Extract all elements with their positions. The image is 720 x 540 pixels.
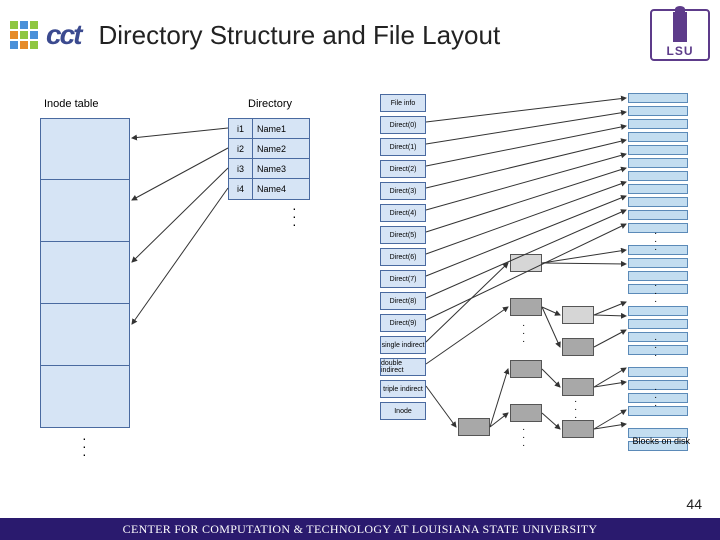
disk-block (628, 245, 688, 255)
inode-detail-cell: Direct(5) (380, 226, 426, 244)
disk-blocks-column (628, 90, 688, 451)
disk-block (628, 158, 688, 168)
indirect-block (510, 360, 542, 378)
table-row: i4Name4 (229, 179, 309, 199)
indirect-block (562, 338, 594, 356)
disk-block (628, 319, 688, 329)
lsu-logo-text: LSU (667, 44, 694, 58)
disk-block (628, 119, 688, 129)
disk-block (628, 132, 688, 142)
indirect-block (510, 254, 542, 272)
inode-cell (40, 242, 130, 304)
disk-block (628, 258, 688, 268)
inode-detail-cell: Inode (380, 402, 426, 420)
ellipsis-icon: ··· (522, 426, 525, 450)
inode-detail-cell: Direct(1) (380, 138, 426, 156)
disk-block (628, 306, 688, 316)
inode-cell (40, 180, 130, 242)
cct-logo-text: cct (46, 19, 80, 51)
dir-inode-cell: i4 (229, 179, 253, 199)
disk-block (628, 345, 688, 355)
disk-block (628, 332, 688, 342)
inode-table (40, 118, 130, 428)
inode-detail-cell: Direct(7) (380, 270, 426, 288)
inode-detail-cell: single indirect (380, 336, 426, 354)
disk-block (628, 171, 688, 181)
ellipsis-icon: ··· (522, 322, 525, 346)
inode-detail-column: File info Direct(0) Direct(1) Direct(2) Dire… (380, 90, 426, 420)
ellipsis-icon: ··· (574, 398, 577, 422)
table-row: i1Name1 (229, 119, 309, 139)
inode-cell (40, 366, 130, 428)
cct-logo: cct (10, 19, 80, 51)
disk-block (628, 271, 688, 281)
indirect-block (562, 378, 594, 396)
footer-bar: CENTER FOR COMPUTATION & TECHNOLOGY AT L… (0, 518, 720, 540)
indirect-block (510, 298, 542, 316)
diagram-body: Inode table ··· Directory i1Name1i2Name2… (0, 78, 720, 498)
label-inode-table: Inode table (44, 98, 98, 110)
label-blocks-on-disk: Blocks on disk (632, 436, 690, 446)
inode-detail-cell: Direct(6) (380, 248, 426, 266)
disk-block (628, 184, 688, 194)
disk-block (628, 106, 688, 116)
disk-block (628, 210, 688, 220)
page-number: 44 (686, 496, 702, 512)
dir-name-cell: Name4 (253, 179, 309, 199)
ellipsis-icon: ··· (654, 336, 657, 360)
disk-block (628, 145, 688, 155)
inode-detail-cell: Direct(9) (380, 314, 426, 332)
ellipsis-icon: ··· (292, 204, 297, 228)
disk-block (628, 284, 688, 294)
disk-block (628, 223, 688, 233)
inode-detail-cell: Direct(3) (380, 182, 426, 200)
indirect-block (510, 404, 542, 422)
table-row: i2Name2 (229, 139, 309, 159)
indirect-block (562, 420, 594, 438)
inode-detail-cell: File info (380, 94, 426, 112)
lsu-logo: LSU (650, 9, 710, 61)
dir-name-cell: Name1 (253, 119, 309, 139)
inode-detail-cell: Direct(8) (380, 292, 426, 310)
dir-inode-cell: i3 (229, 159, 253, 179)
inode-detail-cell: double indirect (380, 358, 426, 376)
disk-block (628, 367, 688, 377)
dir-inode-cell: i2 (229, 139, 253, 159)
inode-detail-cell: Direct(0) (380, 116, 426, 134)
slide-header: cct Directory Structure and File Layout … (0, 0, 720, 70)
dir-name-cell: Name2 (253, 139, 309, 159)
disk-block (628, 93, 688, 103)
disk-block (628, 393, 688, 403)
indirect-block (458, 418, 490, 436)
ellipsis-icon: ··· (654, 230, 657, 254)
disk-block (628, 197, 688, 207)
inode-detail-cell: triple indirect (380, 380, 426, 398)
indirect-block (562, 306, 594, 324)
ellipsis-icon: ··· (82, 434, 87, 458)
directory-table: i1Name1i2Name2i3Name3i4Name4 (228, 118, 310, 200)
dir-name-cell: Name3 (253, 159, 309, 179)
slide-title: Directory Structure and File Layout (98, 20, 650, 51)
inode-detail-cell: Direct(2) (380, 160, 426, 178)
inode-cell (40, 304, 130, 366)
inode-detail-cell: Direct(4) (380, 204, 426, 222)
label-directory: Directory (248, 98, 292, 110)
disk-block (628, 380, 688, 390)
inode-cell (40, 118, 130, 180)
dir-inode-cell: i1 (229, 119, 253, 139)
ellipsis-icon: ··· (654, 282, 657, 306)
disk-block (628, 406, 688, 416)
ellipsis-icon: ··· (654, 386, 657, 410)
table-row: i3Name3 (229, 159, 309, 179)
